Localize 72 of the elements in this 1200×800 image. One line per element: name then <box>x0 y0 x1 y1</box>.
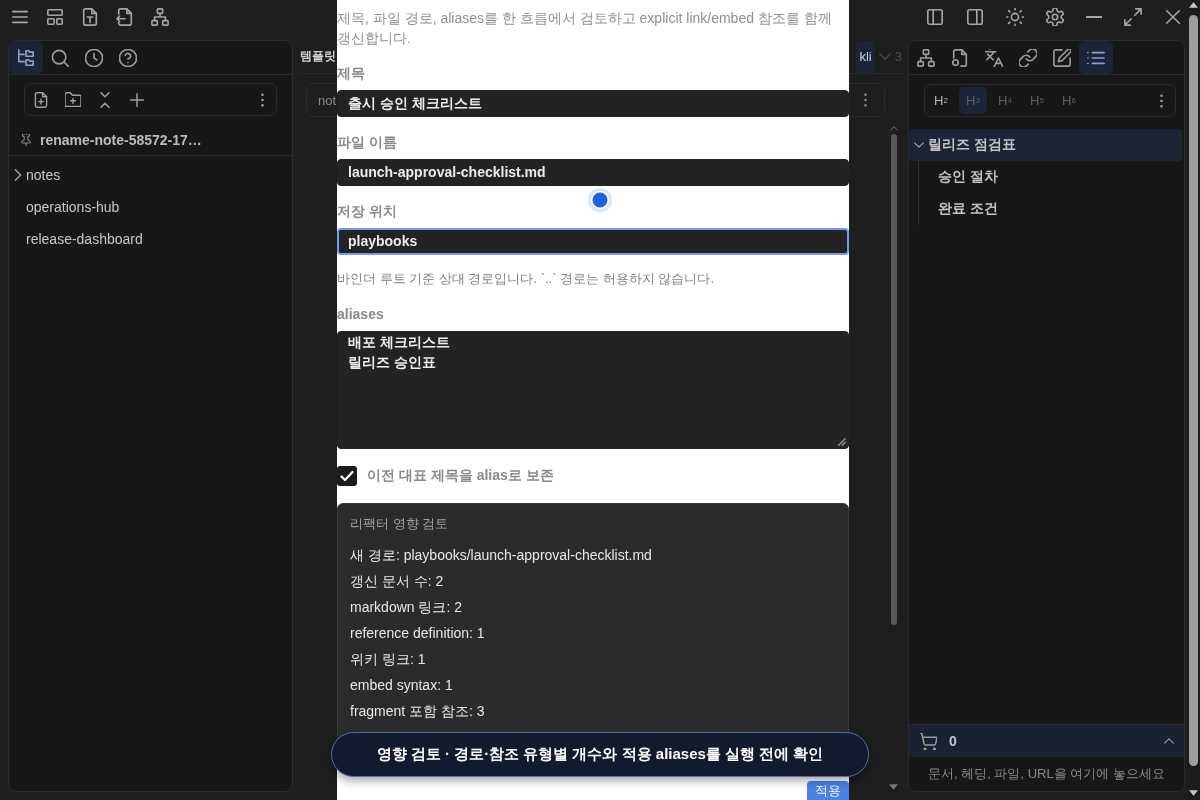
editor-tab[interactable]: kli <box>856 40 875 73</box>
left-panel-icon[interactable] <box>926 8 944 26</box>
outline-item[interactable]: 승인 절차 <box>938 161 1182 193</box>
breadcrumb-text[interactable]: not <box>318 92 337 108</box>
aliases-field[interactable]: 배포 체크리스트 릴리즈 승인표 <box>337 331 849 449</box>
impact-line: 위키 링크: 1 <box>350 650 427 669</box>
cart-icon <box>920 732 937 750</box>
field-label: 저장 위치 <box>337 202 398 221</box>
menu-icon[interactable] <box>11 8 29 26</box>
close-icon[interactable] <box>1164 8 1182 26</box>
toast-message: 영향 검토 · 경로·참조 유형별 개수와 적용 aliases를 실행 전에 확인 <box>331 732 869 777</box>
field-label: 제목 <box>337 64 366 83</box>
impact-line: 갱신 문서 수: 2 <box>350 572 445 591</box>
maximize-icon[interactable] <box>1124 8 1142 26</box>
new-folder-icon[interactable] <box>65 91 81 108</box>
field-hint: 바인더 루트 기준 상대 경로입니다. `..` 경로는 허용하지 않습니다. <box>337 270 715 288</box>
title-field[interactable]: 출시 승인 체크리스트 <box>337 90 849 117</box>
tree-item[interactable]: notes <box>9 159 292 191</box>
file-icon <box>951 48 969 67</box>
collapse-icon[interactable] <box>97 91 113 108</box>
more-icon[interactable] <box>261 92 264 107</box>
hierarchy-icon[interactable] <box>151 8 169 26</box>
right-panel-icon[interactable] <box>966 8 984 26</box>
link-icon <box>1019 48 1037 67</box>
checkbox[interactable] <box>337 466 357 486</box>
impact-line: markdown 링크: 2 <box>350 598 464 617</box>
folder-tree-icon <box>17 48 35 67</box>
pin-icon <box>20 133 32 146</box>
file-arrow-icon[interactable] <box>116 8 134 26</box>
outline-tab[interactable] <box>1079 41 1113 74</box>
file-text-icon[interactable] <box>81 8 99 26</box>
drop-hint: 문서, 헤딩, 파일, URL을 여기에 놓으세요 <box>928 765 1165 783</box>
field-label: 파일 이름 <box>337 133 398 152</box>
apply-button[interactable]: 적용 <box>807 781 849 800</box>
checkbox-label: 이전 대표 제목을 alias로 보존 <box>367 467 554 485</box>
field-label: aliases <box>337 305 385 324</box>
chevron-up-icon[interactable] <box>1164 738 1174 744</box>
more-icon[interactable] <box>1160 93 1163 108</box>
impact-line: fragment 포함 참조: 3 <box>350 702 486 721</box>
clock-icon <box>85 48 103 67</box>
edit-icon <box>1053 48 1071 67</box>
sun-icon[interactable] <box>1006 8 1024 26</box>
pointer-dot-icon <box>588 188 612 212</box>
translate-icon <box>985 48 1003 67</box>
impact-title: 리팩터 영향 검토 <box>350 515 450 533</box>
help-icon <box>119 48 137 67</box>
basket-count: 0 <box>949 733 957 749</box>
editor-tab[interactable]: 템플릿 <box>299 40 337 73</box>
impact-line: embed syntax: 1 <box>350 676 454 695</box>
search-icon <box>51 48 69 67</box>
outline-item[interactable]: 완료 조건 <box>938 193 1182 225</box>
dialog-description: 제목, 파일 경로, aliases를 한 흐름에서 검토하고 explicit link/embed 참조를 함께 갱신합니다. <box>337 9 833 48</box>
layout-icon[interactable] <box>46 8 64 26</box>
resize-grip-icon[interactable] <box>837 437 846 446</box>
filename-field[interactable]: launch-approval-checklist.md <box>337 159 849 186</box>
more-icon[interactable] <box>864 93 867 107</box>
scrollbar-thumb[interactable] <box>890 134 897 625</box>
scroll-down-icon[interactable] <box>1189 790 1198 796</box>
scroll-up-icon[interactable] <box>1189 2 1198 8</box>
pinned-note-title[interactable]: rename-note-58572-17… <box>40 131 202 148</box>
outline-item[interactable]: 릴리즈 점검표 <box>909 129 1182 161</box>
impact-line: reference definition: 1 <box>350 624 486 643</box>
tree-item[interactable]: release-dashboard <box>9 223 292 255</box>
settings-icon[interactable] <box>1046 8 1064 26</box>
location-field[interactable]: playbooks <box>337 228 849 255</box>
scrollbar-thumb[interactable] <box>1189 15 1198 766</box>
new-file-icon[interactable] <box>33 91 49 108</box>
impact-line: 새 경로: playbooks/launch-approval-checklist.md <box>350 546 653 565</box>
hierarchy-icon <box>917 48 935 67</box>
plus-icon[interactable] <box>129 91 145 108</box>
file-tree-tab[interactable] <box>9 41 43 74</box>
tree-item[interactable]: operations-hub <box>9 191 292 223</box>
